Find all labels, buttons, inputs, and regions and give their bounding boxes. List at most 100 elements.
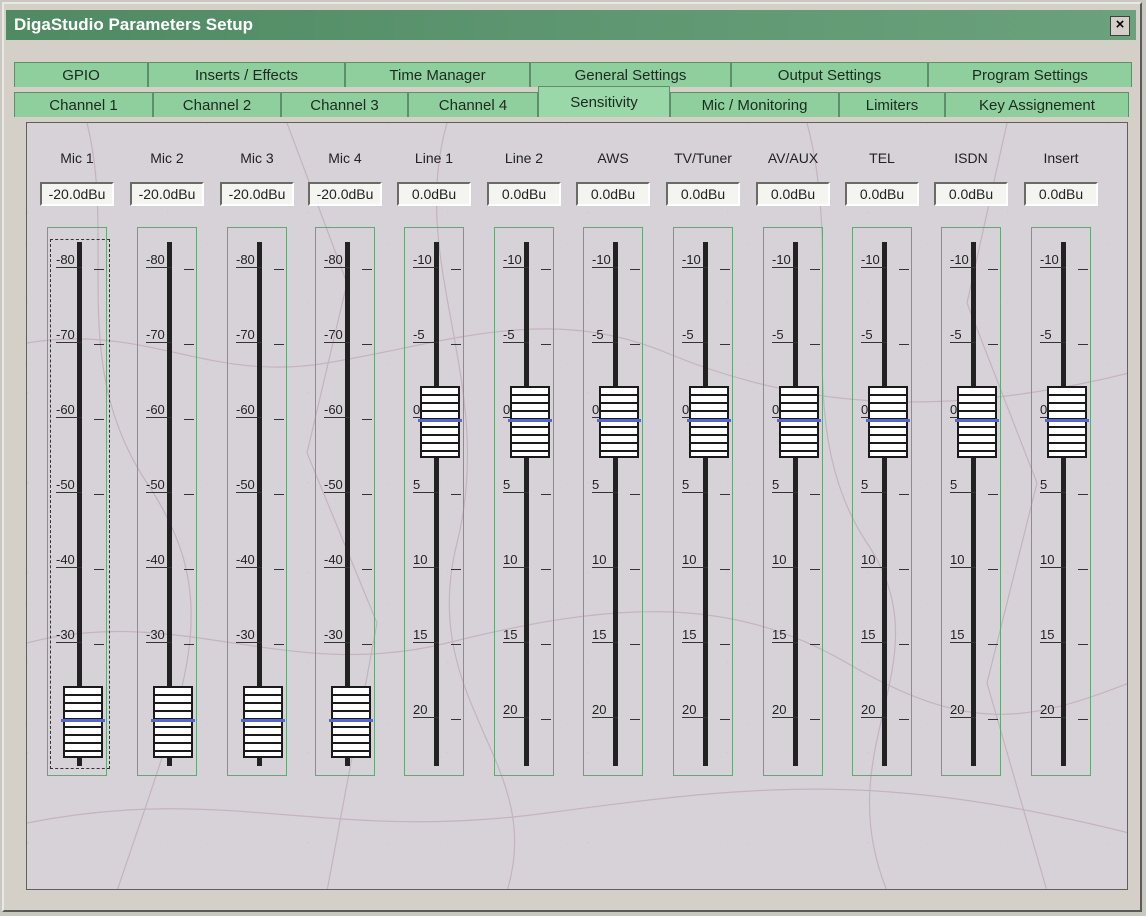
scale-tick-mark [274,419,284,420]
scale-tick-mark [274,494,284,495]
scale-tick-label: -10 [413,252,439,268]
thumb-level-marker [329,719,373,722]
scale-tick-mark [362,344,372,345]
scale-tick-label: -80 [324,252,350,268]
sensitivity-slider[interactable]: -10 -5 0 5 10 15 20 [1031,227,1091,776]
channel-label: Mic 4 [328,150,362,166]
scale-tick-mark [541,569,551,570]
channel-value-field[interactable]: 0.0dBu [1024,182,1098,206]
slider-thumb[interactable] [687,386,731,458]
scale-tick-mark [720,269,730,270]
tab-inserts-effects[interactable]: Inserts / Effects [148,62,345,87]
scale-tick-mark [451,644,461,645]
scale-tick-label: 15 [950,627,976,643]
channel-value-field[interactable]: -20.0dBu [308,182,382,206]
tab-mic-monitoring[interactable]: Mic / Monitoring [670,92,839,117]
title-bar[interactable]: DigaStudio Parameters Setup × [6,10,1136,40]
channel-value-field[interactable]: 0.0dBu [487,182,561,206]
sensitivity-slider[interactable]: -80 -70 -60 -50 -40 -30 [137,227,197,776]
scale-tick-mark [720,719,730,720]
scale-tick-mark [988,644,998,645]
slider-thumb[interactable] [597,386,641,458]
channel-value-field[interactable]: -20.0dBu [220,182,294,206]
tab-channel-2[interactable]: Channel 2 [153,92,281,117]
channel-label: Mic 2 [150,150,184,166]
thumb-level-marker [597,419,641,422]
scale-tick-mark [899,719,909,720]
channel-value-field[interactable]: -20.0dBu [130,182,204,206]
scale-tick-label: -5 [950,327,976,343]
tab-output-settings[interactable]: Output Settings [731,62,928,87]
slider-thumb[interactable] [329,686,373,758]
slider-thumb[interactable] [777,386,821,458]
channel-value-field[interactable]: 0.0dBu [845,182,919,206]
tab-channel-3[interactable]: Channel 3 [281,92,408,117]
scale-tick-label: -30 [324,627,350,643]
scale-tick-label: 5 [413,477,439,493]
scale-tick-label: 20 [1040,702,1066,718]
tab-limiters[interactable]: Limiters [839,92,945,117]
sensitivity-slider[interactable]: -80 -70 -60 -50 -40 -30 [315,227,375,776]
slider-thumb[interactable] [418,386,462,458]
sensitivity-slider[interactable]: -10 -5 0 5 10 15 20 [494,227,554,776]
scale-tick-mark [451,269,461,270]
scale-tick-label: -5 [861,327,887,343]
sensitivity-slider[interactable]: -10 -5 0 5 10 15 20 [583,227,643,776]
scale-tick-label: 5 [950,477,976,493]
channel-value-field[interactable]: 0.0dBu [576,182,650,206]
channel-label: Mic 1 [60,150,94,166]
slider-thumb[interactable] [151,686,195,758]
tab-gpio[interactable]: GPIO [14,62,148,87]
scale-tick-mark [899,644,909,645]
tab-general-settings[interactable]: General Settings [530,62,731,87]
channel-label: Line 2 [504,150,544,166]
scale-tick-mark [451,494,461,495]
sensitivity-slider[interactable]: -10 -5 0 5 10 15 20 [852,227,912,776]
slider-thumb[interactable] [1045,386,1089,458]
sensitivity-slider[interactable]: -80 -70 -60 -50 -40 -30 [227,227,287,776]
close-icon[interactable]: × [1110,16,1130,36]
scale-tick-mark [1078,494,1088,495]
slider-thumb[interactable] [866,386,910,458]
tab-key-assignement[interactable]: Key Assignement [945,92,1129,117]
tab-channel-4[interactable]: Channel 4 [408,92,538,117]
scale-tick-label: -50 [236,477,262,493]
channel-value-field[interactable]: -20.0dBu [40,182,114,206]
sensitivity-slider[interactable]: -10 -5 0 5 10 15 20 [404,227,464,776]
scale-tick-mark [184,494,194,495]
channel-value-field[interactable]: 0.0dBu [397,182,471,206]
scale-tick-mark [184,419,194,420]
scale-tick-label: 10 [950,552,976,568]
scale-tick-mark [184,344,194,345]
sensitivity-slider[interactable]: -10 -5 0 5 10 15 20 [941,227,1001,776]
scale-tick-label: -70 [236,327,262,343]
channel-label: ISDN [954,150,988,166]
scale-tick-mark [184,644,194,645]
scale-tick-label: -10 [592,252,618,268]
tab-channel-1[interactable]: Channel 1 [14,92,153,117]
channel-value-field[interactable]: 0.0dBu [666,182,740,206]
tab-sensitivity[interactable]: Sensitivity [538,86,670,117]
channel-value-field[interactable]: 0.0dBu [756,182,830,206]
slider-track [971,242,976,766]
scale-tick-mark [451,344,461,345]
scale-tick-label: -30 [236,627,262,643]
slider-thumb[interactable] [508,386,552,458]
scale-tick-mark [810,344,820,345]
sensitivity-slider[interactable]: -10 -5 0 5 10 15 20 [763,227,823,776]
scale-tick-mark [988,569,998,570]
slider-thumb[interactable] [241,686,285,758]
sensitivity-slider[interactable]: -10 -5 0 5 10 15 20 [673,227,733,776]
slider-thumb[interactable] [955,386,999,458]
scale-tick-mark [541,719,551,720]
slider-track [1061,242,1066,766]
tab-time-manager[interactable]: Time Manager [345,62,530,87]
tab-program-settings[interactable]: Program Settings [928,62,1132,87]
thumb-level-marker [866,419,910,422]
scale-tick-mark [362,569,372,570]
scale-tick-mark [274,569,284,570]
scale-tick-mark [274,644,284,645]
thumb-level-marker [151,719,195,722]
scale-tick-mark [362,269,372,270]
channel-value-field[interactable]: 0.0dBu [934,182,1008,206]
